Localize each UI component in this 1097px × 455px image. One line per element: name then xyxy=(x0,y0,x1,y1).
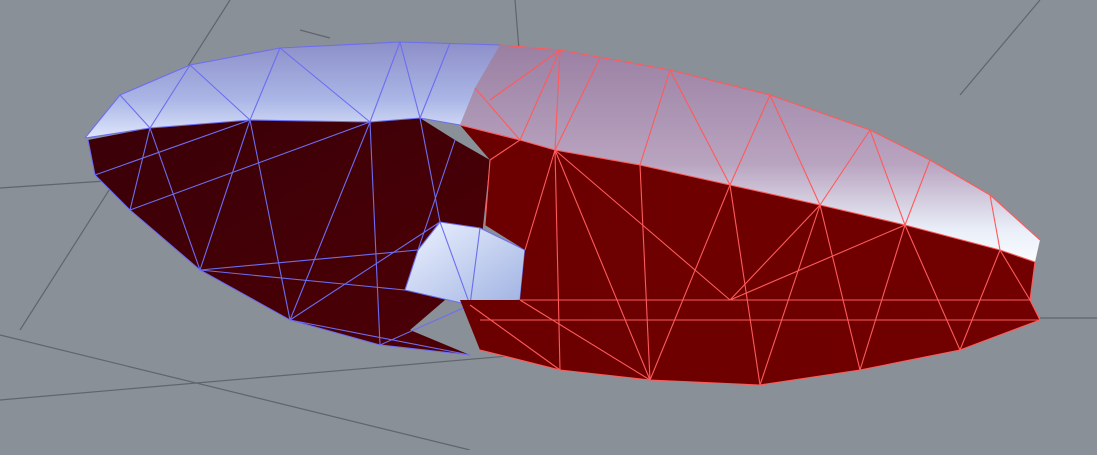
viewport-3d[interactable] xyxy=(0,0,1097,451)
mesh-part-left[interactable] xyxy=(84,41,526,356)
mesh-part-right[interactable] xyxy=(459,44,1041,386)
viewport-canvas[interactable] xyxy=(0,0,1097,451)
